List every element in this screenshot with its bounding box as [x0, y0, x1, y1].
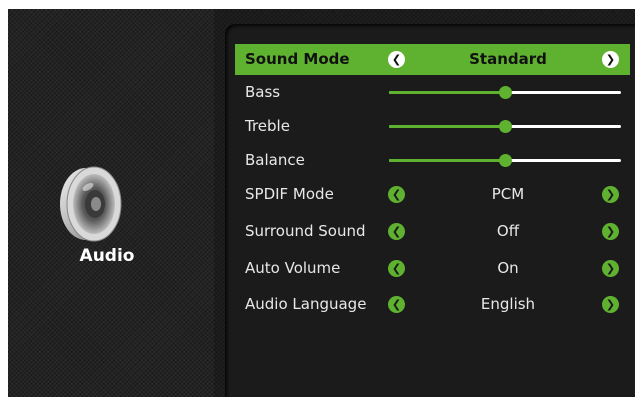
- audio-language-value: English: [480, 295, 536, 313]
- menu-row-balance[interactable]: Balance: [235, 145, 630, 176]
- chevron-right-icon: ❯: [605, 298, 616, 311]
- audio-language-next-button[interactable]: ❯: [602, 296, 619, 313]
- menu-row-auto-volume[interactable]: Auto Volume ❮ On ❯: [235, 253, 630, 284]
- surround-sound-next-button[interactable]: ❯: [602, 223, 619, 240]
- audio-language-label: Audio Language: [245, 295, 367, 313]
- auto-volume-value: On: [497, 259, 519, 277]
- chevron-right-icon: ❯: [605, 53, 616, 66]
- sound-mode-next-button[interactable]: ❯: [602, 51, 619, 68]
- balance-slider-fill: [389, 159, 505, 162]
- treble-slider[interactable]: [389, 120, 621, 133]
- menu-row-spdif-mode[interactable]: SPDIF Mode ❮ PCM ❯: [235, 179, 630, 210]
- treble-slider-knob[interactable]: [499, 120, 512, 133]
- chevron-left-icon: ❮: [391, 298, 402, 311]
- auto-volume-label: Auto Volume: [245, 259, 341, 277]
- surround-sound-value: Off: [496, 222, 520, 240]
- treble-slider-fill: [389, 125, 505, 128]
- chevron-left-icon: ❮: [391, 262, 402, 275]
- spdif-mode-label: SPDIF Mode: [245, 185, 334, 203]
- spdif-mode-next-button[interactable]: ❯: [602, 186, 619, 203]
- menu-row-surround-sound[interactable]: Surround Sound ❮ Off ❯: [235, 216, 630, 247]
- chevron-left-icon: ❮: [391, 53, 402, 66]
- sound-mode-value: Standard: [469, 50, 547, 68]
- section-label: Audio: [79, 246, 135, 266]
- menu-row-audio-language[interactable]: Audio Language ❮ English ❯: [235, 289, 630, 320]
- speaker-icon: [60, 166, 122, 242]
- bass-slider-knob[interactable]: [499, 86, 512, 99]
- treble-label: Treble: [245, 117, 290, 135]
- chevron-right-icon: ❯: [605, 188, 616, 201]
- menu-row-treble[interactable]: Treble: [235, 111, 630, 142]
- bass-label: Bass: [245, 83, 281, 101]
- chevron-left-icon: ❮: [391, 225, 402, 238]
- menu-row-bass[interactable]: Bass: [235, 77, 630, 108]
- chevron-left-icon: ❮: [391, 188, 402, 201]
- balance-label: Balance: [245, 151, 305, 169]
- bass-slider-fill: [389, 91, 505, 94]
- chevron-right-icon: ❯: [605, 262, 616, 275]
- menu-row-sound-mode[interactable]: Sound Mode ❮ Standard ❯: [235, 44, 630, 75]
- sound-mode-label: Sound Mode: [245, 50, 350, 68]
- spdif-mode-value: PCM: [491, 185, 525, 203]
- auto-volume-next-button[interactable]: ❯: [602, 260, 619, 277]
- chevron-right-icon: ❯: [605, 225, 616, 238]
- surround-sound-label: Surround Sound: [245, 222, 366, 240]
- bass-slider[interactable]: [389, 86, 621, 99]
- balance-slider[interactable]: [389, 154, 621, 167]
- balance-slider-knob[interactable]: [499, 154, 512, 167]
